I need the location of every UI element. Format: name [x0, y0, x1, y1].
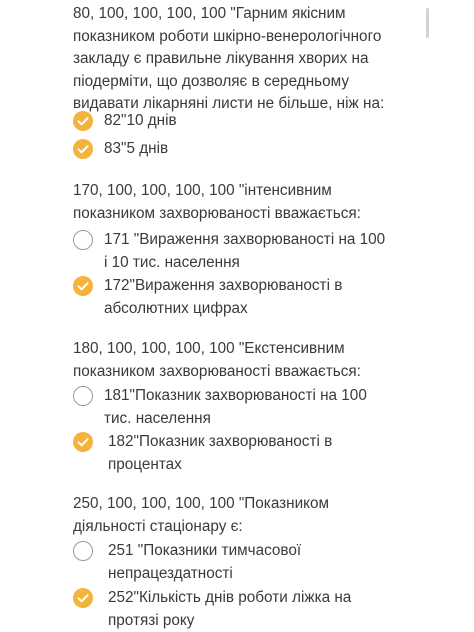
question-text: 80, 100, 100, 100, 100 "Гарним якісним п…	[73, 5, 385, 113]
question-text: 180, 100, 100, 100, 100 "Екстенсивним по…	[73, 340, 361, 380]
question-text: 170, 100, 100, 100, 100 "інтенсивним пок…	[73, 182, 361, 222]
check-circle-icon[interactable]	[73, 432, 93, 452]
option-label: 251 "Показники тимчасової непрацездатнос…	[108, 542, 302, 582]
check-circle-icon[interactable]	[73, 111, 93, 131]
empty-circle-icon[interactable]	[73, 230, 93, 250]
check-circle-icon[interactable]	[73, 588, 93, 608]
option-label: 171 "Вираження захворюваності на 100 і 1…	[104, 231, 386, 271]
empty-circle-icon[interactable]	[73, 386, 93, 406]
option-label: 82"10 днів	[104, 112, 177, 129]
check-circle-icon[interactable]	[73, 276, 93, 296]
empty-circle-icon[interactable]	[73, 541, 93, 561]
option-label: 252"Кількість днів роботи ліжка на протя…	[108, 589, 352, 629]
check-circle-icon[interactable]	[73, 139, 93, 159]
quiz-page: 80, 100, 100, 100, 100 "Гарним якісним п…	[0, 0, 474, 632]
option-label: 172"Вираження захворюваності в абсолютни…	[104, 277, 343, 317]
option-label: 181"Показник захворюваності на 100 тис. …	[104, 387, 367, 427]
question-text: 250, 100, 100, 100, 100 "Показником діял…	[73, 495, 330, 535]
scrollbar[interactable]	[426, 8, 429, 38]
option-label: 83"5 днів	[104, 140, 169, 157]
option-label: 182"Показник захворюваності в процентах	[108, 433, 333, 473]
